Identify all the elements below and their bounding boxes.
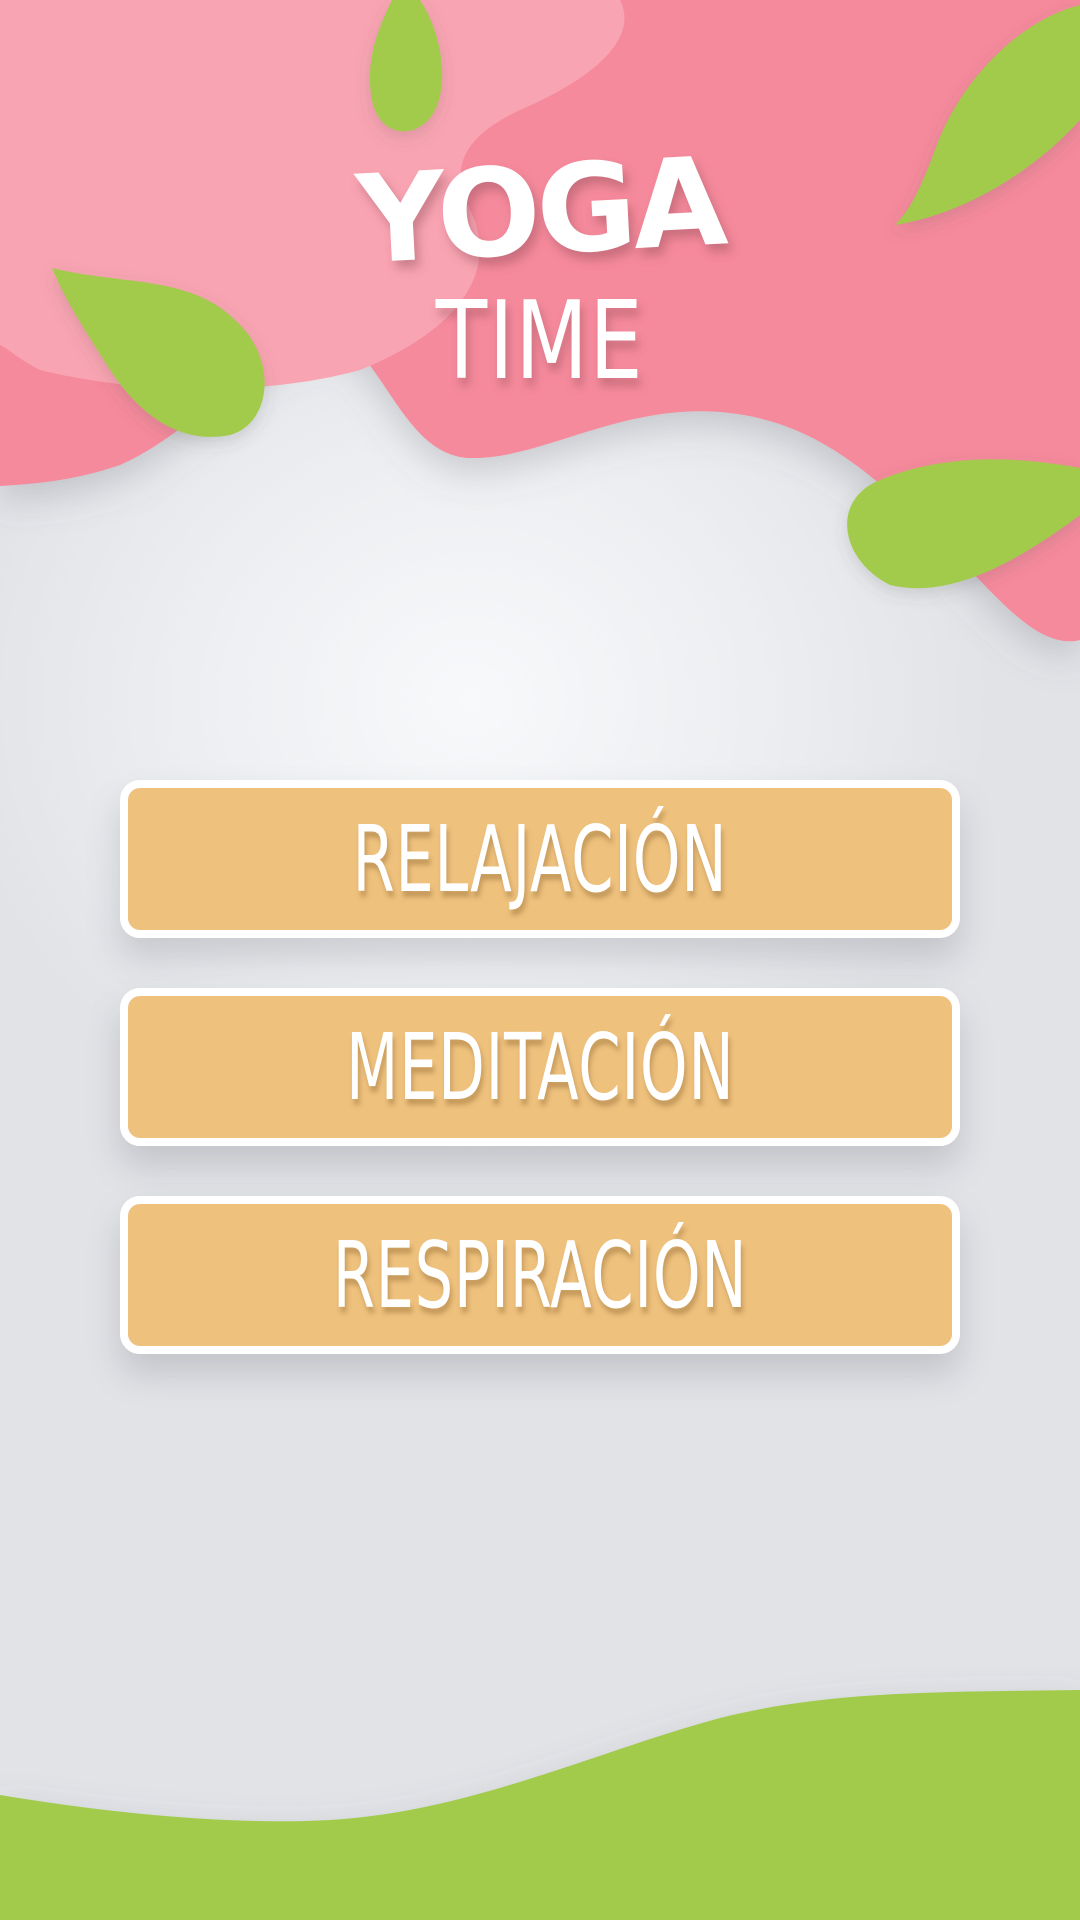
respiracion-label: RESPIRACIÓN [332, 1221, 748, 1329]
relajacion-button[interactable]: RELAJACIÓN [120, 780, 960, 938]
respiracion-button[interactable]: RESPIRACIÓN [120, 1196, 960, 1354]
logo-subtitle: TIME [435, 279, 645, 404]
main-menu: RELAJACIÓN MEDITACIÓN RESPIRACIÓN [120, 780, 960, 1404]
green-bottom-wave [0, 1690, 1080, 1920]
meditacion-button[interactable]: MEDITACIÓN [120, 988, 960, 1146]
relajacion-label: RELAJACIÓN [352, 805, 728, 913]
meditacion-label: MEDITACIÓN [345, 1013, 735, 1121]
